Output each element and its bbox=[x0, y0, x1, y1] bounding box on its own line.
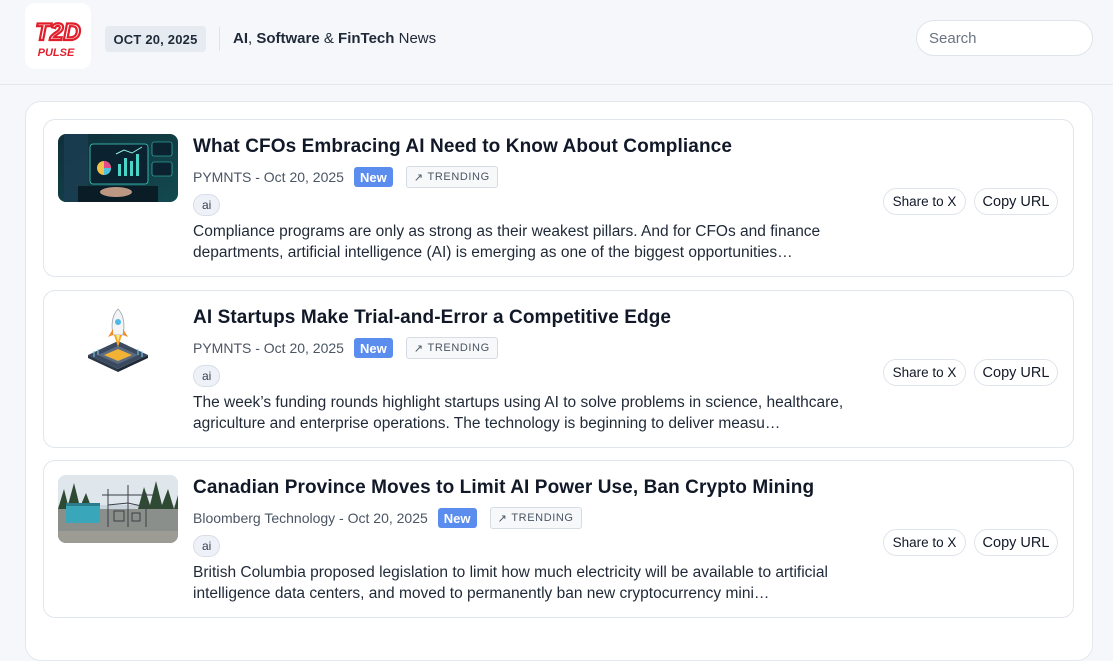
share-to-x-button[interactable]: Share to X bbox=[883, 188, 966, 215]
search-input[interactable] bbox=[916, 20, 1093, 56]
article-summary: The week’s funding rounds highlight star… bbox=[193, 394, 844, 432]
new-badge: New bbox=[353, 167, 393, 187]
top-bar: T2D PULSE OCT 20, 2025 AI, Software & Fi… bbox=[0, 0, 1113, 85]
article-thumbnail-image[interactable] bbox=[58, 475, 178, 543]
article-summary: Compliance programs are only as strong a… bbox=[193, 223, 821, 261]
trending-badge: ↗ TRENDING bbox=[489, 507, 582, 529]
article-title[interactable]: Canadian Province Moves to Limit AI Powe… bbox=[193, 477, 814, 499]
topic-tag[interactable]: ai bbox=[193, 535, 221, 557]
trending-arrow-icon: ↗ bbox=[497, 512, 508, 525]
article-thumbnail-image[interactable] bbox=[58, 305, 178, 373]
article-source-date: PYMNTS - Oct 20, 2025 bbox=[193, 169, 344, 185]
article-card[interactable]: Canadian Province Moves to Limit AI Powe… bbox=[43, 460, 1074, 618]
copy-url-button[interactable]: Copy URL bbox=[974, 359, 1058, 386]
t2d-pulse-logo[interactable]: T2D PULSE bbox=[25, 3, 91, 69]
trending-badge: ↗ TRENDING bbox=[405, 337, 498, 359]
site-tagline: AI, Software & FinTech News bbox=[233, 30, 437, 47]
share-to-x-button[interactable]: Share to X bbox=[883, 529, 966, 556]
article-title[interactable]: AI Startups Make Trial-and-Error a Compe… bbox=[193, 307, 671, 329]
logo-mark-pulse: PULSE bbox=[38, 47, 75, 59]
date-badge: OCT 20, 2025 bbox=[105, 26, 206, 52]
topic-tag[interactable]: ai bbox=[193, 365, 221, 387]
trending-badge: ↗ TRENDING bbox=[405, 166, 498, 188]
trending-label: TRENDING bbox=[427, 171, 490, 183]
article-source-date: PYMNTS - Oct 20, 2025 bbox=[193, 340, 344, 356]
article-title[interactable]: What CFOs Embracing AI Need to Know Abou… bbox=[193, 136, 732, 158]
article-thumbnail-image[interactable] bbox=[58, 134, 178, 202]
copy-url-button[interactable]: Copy URL bbox=[974, 529, 1058, 556]
article-card[interactable]: What CFOs Embracing AI Need to Know Abou… bbox=[43, 119, 1074, 277]
new-badge: New bbox=[437, 508, 477, 528]
article-meta: PYMNTS - Oct 20, 2025 New ↗ TRENDING bbox=[193, 337, 498, 359]
new-badge: New bbox=[353, 338, 393, 358]
article-card[interactable]: AI Startups Make Trial-and-Error a Compe… bbox=[43, 290, 1074, 448]
copy-url-button[interactable]: Copy URL bbox=[974, 188, 1058, 215]
article-meta: Bloomberg Technology - Oct 20, 2025 New … bbox=[193, 507, 582, 529]
article-source-date: Bloomberg Technology - Oct 20, 2025 bbox=[193, 510, 428, 526]
header-divider bbox=[219, 27, 220, 51]
article-meta: PYMNTS - Oct 20, 2025 New ↗ TRENDING bbox=[193, 166, 498, 188]
topic-tag[interactable]: ai bbox=[193, 194, 221, 216]
trending-label: TRENDING bbox=[427, 342, 490, 354]
logo-mark-t2d: T2D bbox=[35, 19, 80, 46]
trending-arrow-icon: ↗ bbox=[413, 171, 424, 184]
share-to-x-button[interactable]: Share to X bbox=[883, 359, 966, 386]
article-summary: British Columbia proposed legislation to… bbox=[193, 564, 828, 602]
trending-arrow-icon: ↗ bbox=[413, 342, 424, 355]
trending-label: TRENDING bbox=[511, 512, 574, 524]
